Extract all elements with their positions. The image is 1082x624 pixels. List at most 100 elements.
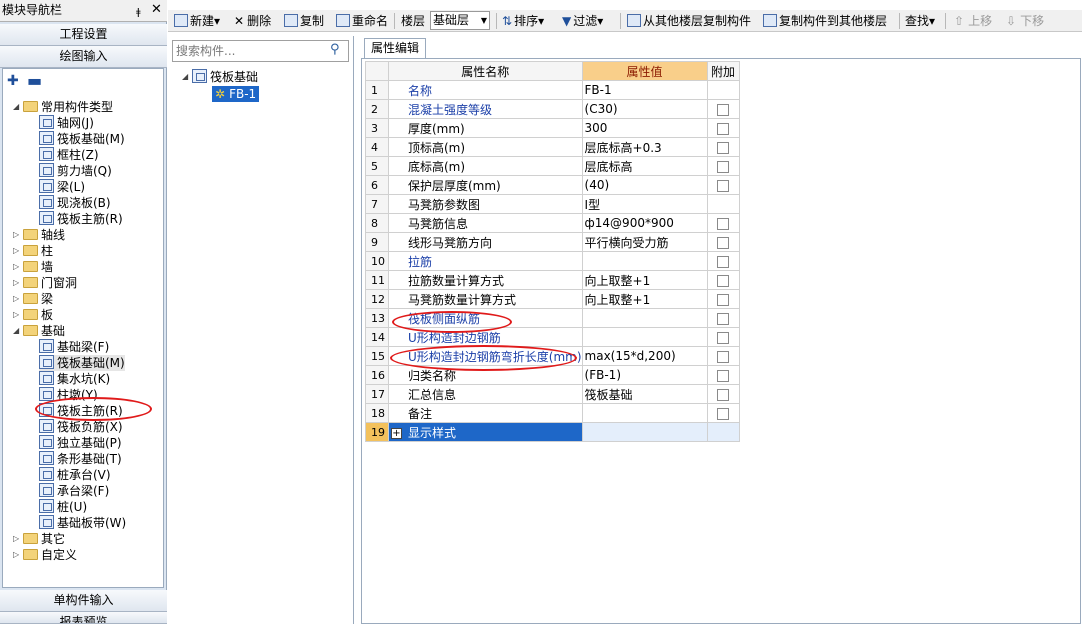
expand-plus-icon[interactable]: + (391, 427, 402, 439)
additional-checkbox[interactable] (717, 369, 730, 382)
additional-checkbox[interactable] (717, 331, 730, 344)
tree-folder[interactable]: ▷ 梁 (13, 291, 53, 307)
rename-button[interactable]: 重命名 (336, 12, 388, 30)
property-name[interactable]: 底标高(m) (388, 156, 583, 176)
additional-checkbox[interactable] (717, 293, 730, 306)
single-component-input-button[interactable]: 单构件输入 (0, 590, 167, 612)
property-row[interactable]: 9 线形马凳筋方向 平行横向受力筋 (365, 232, 740, 252)
tree-item[interactable]: 独立基础(P) (39, 435, 122, 451)
collapse-arrow-icon[interactable]: ◢ (13, 323, 23, 339)
tree-folder[interactable]: ▷ 柱 (13, 243, 53, 259)
tree-item[interactable]: 基础梁(F) (39, 339, 109, 355)
property-name[interactable]: 马凳筋信息 (388, 213, 583, 233)
move-down-button[interactable]: ⇩ 下移 (1006, 12, 1044, 30)
tree-folder[interactable]: ▷ 轴线 (13, 227, 65, 243)
filter-button[interactable]: ▼ 过滤▾ (562, 12, 603, 30)
property-name[interactable]: 马凳筋数量计算方式 (388, 289, 583, 309)
property-row[interactable]: 2 混凝土强度等级 (C30) (365, 99, 740, 119)
tree-item[interactable]: 筏板负筋(X) (39, 419, 123, 435)
additional-checkbox[interactable] (717, 103, 730, 116)
search-icon[interactable]: ⚲ (330, 42, 344, 57)
find-button[interactable]: 查找▾ (905, 12, 935, 30)
property-value[interactable]: max(15*d,200) (581, 346, 708, 366)
property-value[interactable]: (C30) (581, 99, 708, 119)
property-row[interactable]: 4 顶标高(m) 层底标高+0.3 (365, 137, 740, 157)
tree-folder[interactable]: ▷ 其它 (13, 531, 65, 547)
property-value[interactable]: 平行横向受力筋 (581, 232, 708, 252)
property-row[interactable]: 18 备注 (365, 403, 740, 423)
additional-checkbox[interactable] (717, 179, 730, 192)
expand-arrow-icon[interactable]: ▷ (13, 307, 23, 323)
move-up-button[interactable]: ⇧ 上移 (954, 12, 992, 30)
property-value[interactable]: 向上取整+1 (581, 289, 708, 309)
expand-arrow-icon[interactable]: ▷ (13, 243, 23, 259)
property-row[interactable]: 11 拉筋数量计算方式 向上取整+1 (365, 270, 740, 290)
property-name[interactable]: 汇总信息 (388, 384, 583, 404)
tree-item[interactable]: 轴网(J) (39, 115, 94, 131)
tree-item[interactable]: 筏板基础(M) (39, 355, 125, 371)
tree-folder[interactable]: ◢ 常用构件类型 (13, 99, 113, 115)
property-value[interactable]: 筏板基础 (581, 384, 708, 404)
additional-checkbox[interactable] (717, 388, 730, 401)
tree-item[interactable]: 框柱(Z) (39, 147, 99, 163)
property-row[interactable]: 1 名称 FB-1 (365, 80, 740, 100)
property-value[interactable] (581, 327, 708, 347)
chevron-down-icon[interactable]: ▼ (478, 11, 490, 30)
delete-button[interactable]: ✕ 删除 (234, 12, 271, 30)
additional-checkbox[interactable] (717, 160, 730, 173)
expand-arrow-icon[interactable]: ▷ (13, 291, 23, 307)
additional-checkbox[interactable] (717, 350, 730, 363)
property-value[interactable]: (40) (581, 175, 708, 195)
property-value[interactable]: 层底标高+0.3 (581, 137, 708, 157)
sort-button[interactable]: ⇅ 排序▾ (502, 12, 544, 30)
property-value[interactable] (581, 422, 708, 442)
expand-arrow-icon[interactable]: ▷ (13, 531, 23, 547)
property-value[interactable]: Ⅰ型 (581, 194, 708, 214)
new-button[interactable]: 新建▾ (174, 12, 220, 30)
property-value[interactable]: ф14@900*900 (581, 213, 708, 233)
property-name[interactable]: 马凳筋参数图 (388, 194, 583, 214)
copy-from-other-floor-button[interactable]: 从其他楼层复制构件 (627, 12, 751, 30)
tree-item[interactable]: 承台梁(F) (39, 483, 109, 499)
property-row[interactable]: 6 保护层厚度(mm) (40) (365, 175, 740, 195)
property-value[interactable]: 向上取整+1 (581, 270, 708, 290)
collapse-all-icon[interactable]: ▬ (27, 71, 42, 90)
expand-all-icon[interactable]: ✚ (7, 73, 19, 89)
property-value[interactable]: (FB-1) (581, 365, 708, 385)
property-name[interactable]: + 显示样式 (388, 422, 583, 442)
tree-item[interactable]: 桩(U) (39, 499, 87, 515)
property-value[interactable]: 层底标高 (581, 156, 708, 176)
tree-folder[interactable]: ◢ 基础 (13, 323, 65, 339)
tree-item[interactable]: 现浇板(B) (39, 195, 111, 211)
tree-item[interactable]: 梁(L) (39, 179, 85, 195)
drawing-input-button[interactable]: 绘图输入 (0, 46, 167, 68)
additional-checkbox[interactable] (717, 217, 730, 230)
tree-item[interactable]: 桩承台(V) (39, 467, 111, 483)
collapse-arrow-icon[interactable]: ◢ (13, 99, 23, 115)
property-row[interactable]: 12 马凳筋数量计算方式 向上取整+1 (365, 289, 740, 309)
component-group[interactable]: ◢ 筏板基础 (182, 69, 258, 85)
report-preview-button[interactable]: 报表预览 (0, 612, 167, 624)
property-row[interactable]: 7 马凳筋参数图 Ⅰ型 (365, 194, 740, 214)
additional-checkbox[interactable] (717, 122, 730, 135)
additional-checkbox[interactable] (717, 312, 730, 325)
property-row[interactable]: 3 厚度(mm) 300 (365, 118, 740, 138)
property-value[interactable] (581, 403, 708, 423)
property-value[interactable] (581, 308, 708, 328)
project-settings-button[interactable]: 工程设置 (0, 24, 167, 46)
copy-button[interactable]: 复制 (284, 12, 324, 30)
property-name[interactable]: 拉筋 (388, 251, 583, 271)
tree-folder[interactable]: ▷ 自定义 (13, 547, 77, 563)
expand-arrow-icon[interactable]: ▷ (13, 259, 23, 275)
property-row[interactable]: 8 马凳筋信息 ф14@900*900 (365, 213, 740, 233)
property-value[interactable] (581, 251, 708, 271)
additional-checkbox[interactable] (717, 236, 730, 249)
tree-item[interactable]: 条形基础(T) (39, 451, 122, 467)
property-name[interactable]: 拉筋数量计算方式 (388, 270, 583, 290)
tree-folder[interactable]: ▷ 板 (13, 307, 53, 323)
tree-item[interactable]: 筏板主筋(R) (39, 211, 123, 227)
additional-checkbox[interactable] (717, 141, 730, 154)
tree-item[interactable]: 基础板带(W) (39, 515, 126, 531)
tree-folder[interactable]: ▷ 门窗洞 (13, 275, 77, 291)
property-row[interactable]: 10 拉筋 (365, 251, 740, 271)
